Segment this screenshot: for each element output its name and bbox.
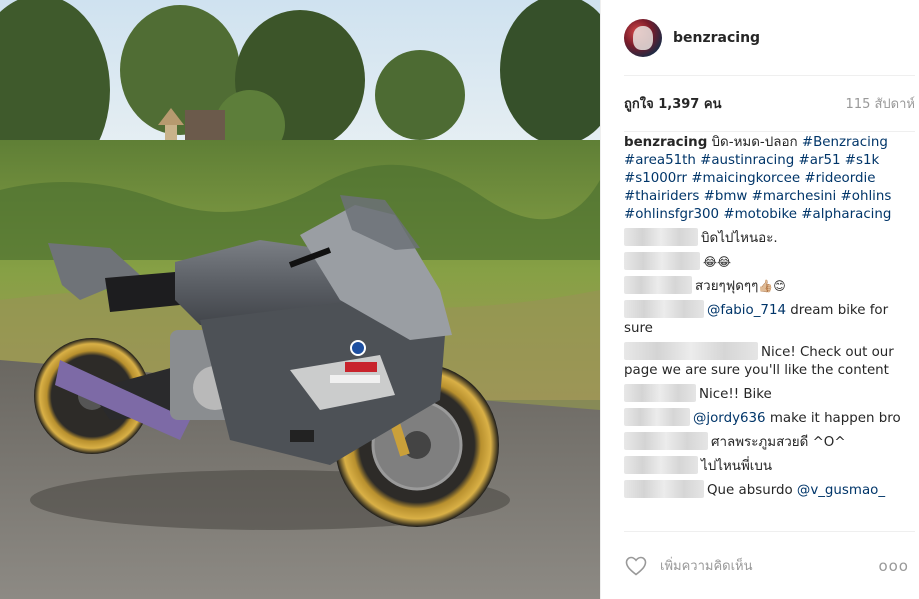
avatar[interactable]: [624, 18, 662, 57]
post-header: benzracing: [624, 0, 915, 76]
redacted-username[interactable]: [624, 300, 704, 318]
comment-text: make it happen bro: [765, 411, 901, 426]
heart-icon[interactable]: [624, 554, 648, 578]
mention[interactable]: @v_gusmao_: [797, 483, 885, 498]
redacted-username[interactable]: [624, 432, 708, 450]
hashtag[interactable]: #bmw: [704, 189, 748, 204]
hashtag[interactable]: #area51th: [624, 153, 696, 168]
hashtag[interactable]: #s1000rr: [624, 171, 687, 186]
redacted-username[interactable]: [624, 456, 698, 474]
hashtag[interactable]: #austinracing: [700, 153, 794, 168]
hashtag[interactable]: #marchesini: [752, 189, 837, 204]
redacted-username[interactable]: [624, 228, 698, 246]
comment-text: Nice!! Bike: [699, 387, 772, 402]
hashtag[interactable]: #rideordie: [804, 171, 875, 186]
post-actions: เพิ่มความคิดเห็น ooo: [624, 531, 915, 599]
caption: benzracing บิด-หมด-ปลอก #Benzracing #are…: [624, 134, 915, 224]
comment-text: Que absurdo: [707, 483, 797, 498]
post-stats: ถูกใจ 1,397 คน 115 สัปดาห์: [624, 76, 915, 132]
caption-text: บิด-หมด-ปลอก: [711, 135, 798, 150]
post-side-panel: benzracing ถูกใจ 1,397 คน 115 สัปดาห์ be…: [600, 0, 919, 599]
hashtag[interactable]: #thairiders: [624, 189, 699, 204]
author-username[interactable]: benzracing: [673, 30, 760, 46]
hashtag[interactable]: #Benzracing: [802, 135, 888, 150]
redacted-username[interactable]: [624, 342, 758, 360]
hashtag[interactable]: #ohlinsfgr300: [624, 207, 719, 222]
add-comment-input[interactable]: เพิ่มความคิดเห็น: [660, 555, 878, 576]
comment-text: บิดไปไหนอะ.: [701, 231, 778, 246]
laughing-emoji-icon: 😂😂: [703, 255, 732, 269]
motorcycle-photo: [0, 0, 600, 599]
comment: สวยๆฟุดๆๆ👍🏼😊: [624, 276, 915, 296]
redacted-username[interactable]: [624, 384, 696, 402]
comment: ศาลพระภูมสวยดี ^O^: [624, 432, 915, 452]
redacted-username[interactable]: [624, 252, 700, 270]
comment: Nice!! Bike: [624, 384, 915, 404]
comment-text: ไปไหนพี่เบน: [701, 459, 773, 474]
comment: @fabio_714 dream bike for sure: [624, 300, 915, 338]
hashtag[interactable]: #ar51: [799, 153, 841, 168]
comment-text: สวยๆฟุดๆๆ: [695, 279, 759, 294]
comment: Que absurdo @v_gusmao_: [624, 480, 915, 500]
redacted-username[interactable]: [624, 480, 704, 498]
comment-text: ศาลพระภูมสวยดี ^O^: [711, 435, 846, 450]
hashtag[interactable]: #ohlins: [841, 189, 892, 204]
post-photo[interactable]: [0, 0, 600, 599]
comment: Nice! Check out our page we are sure you…: [624, 342, 915, 380]
comment: ไปไหนพี่เบน: [624, 456, 915, 476]
hashtag[interactable]: #maicingkorcee: [691, 171, 800, 186]
avatar-image: [633, 25, 653, 50]
hashtag[interactable]: #s1k: [845, 153, 879, 168]
mention[interactable]: @jordy636: [693, 411, 766, 426]
instagram-post: benzracing ถูกใจ 1,397 คน 115 สัปดาห์ be…: [0, 0, 919, 599]
hashtag[interactable]: #motobike: [723, 207, 797, 222]
more-options-icon[interactable]: ooo: [878, 557, 909, 575]
comments-list[interactable]: benzracing บิด-หมด-ปลอก #Benzracing #are…: [624, 133, 915, 529]
redacted-username[interactable]: [624, 408, 690, 426]
thumbs-up-emoji-icon: 👍🏼😊: [758, 279, 786, 293]
redacted-username[interactable]: [624, 276, 692, 294]
mention[interactable]: @fabio_714: [707, 303, 786, 318]
comment: @jordy636 make it happen bro: [624, 408, 915, 428]
likes-count[interactable]: ถูกใจ 1,397 คน: [624, 93, 721, 114]
comment: บิดไปไหนอะ.: [624, 228, 915, 248]
caption-username[interactable]: benzracing: [624, 135, 707, 150]
post-age[interactable]: 115 สัปดาห์: [846, 93, 915, 114]
comment: 😂😂: [624, 252, 915, 272]
hashtag[interactable]: #alpharacing: [801, 207, 891, 222]
